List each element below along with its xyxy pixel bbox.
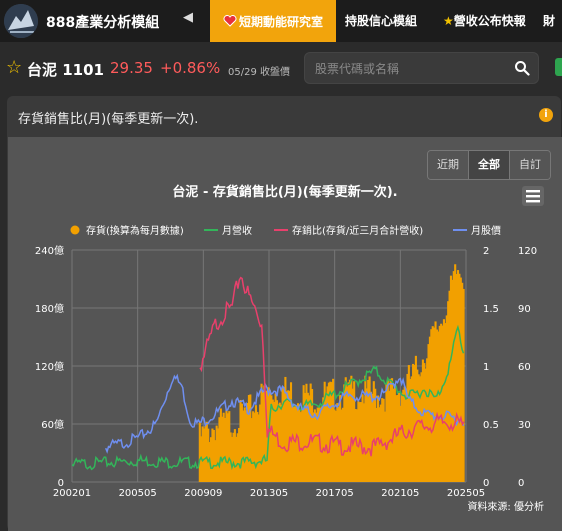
range-custom-button[interactable]: 自訂 [510, 151, 550, 179]
range-all-button[interactable]: 全部 [469, 151, 510, 179]
search-input[interactable]: 股票代碼或名稱 [315, 60, 399, 77]
range-selector: 近期 全部 自訂 [427, 150, 551, 180]
top-navbar: 888產業分析模組 ◀ 短期動能研究室 持股信心模組 ★營收公布快報 財 [0, 0, 562, 42]
brand-title[interactable]: 888產業分析模組 [46, 12, 159, 32]
menu-icon[interactable] [522, 186, 544, 206]
logo-icon[interactable] [4, 4, 38, 38]
search-box[interactable]: 股票代碼或名稱 [304, 52, 539, 84]
stock-change: +0.86% [160, 59, 221, 77]
tab-revenue-report[interactable]: ★營收公布快報 [443, 12, 526, 29]
tab-finance[interactable]: 財 [543, 12, 555, 29]
chart-area [8, 137, 562, 531]
tab-label: 短期動能研究室 [238, 14, 323, 29]
favorite-star-icon[interactable]: ☆ [6, 57, 22, 78]
panel-title: 存貨銷售比(月)(每季更新一次). [18, 112, 199, 127]
info-icon[interactable]: i [539, 108, 553, 122]
search-icon[interactable] [514, 60, 530, 76]
range-recent-button[interactable]: 近期 [428, 151, 469, 179]
chat-icon[interactable] [555, 58, 562, 76]
stock-price: 29.35 [110, 59, 153, 77]
nav-prev-arrow-icon[interactable]: ◀ [183, 10, 193, 25]
stock-bar: ☆ 台泥 1101 29.35 +0.86% 05/29 收盤價 股票代碼或名稱 [0, 50, 562, 86]
tab-holding-confidence[interactable]: 持股信心模組 [345, 12, 417, 29]
heart-icon [223, 15, 237, 27]
price-date: 05/29 收盤價 [228, 67, 290, 78]
stock-name: 台泥 1101 [27, 61, 104, 79]
tab-short-term-momentum[interactable]: 短期動能研究室 [210, 0, 336, 42]
star-icon: ★ [443, 14, 454, 28]
tab-label: 營收公布快報 [453, 14, 526, 28]
